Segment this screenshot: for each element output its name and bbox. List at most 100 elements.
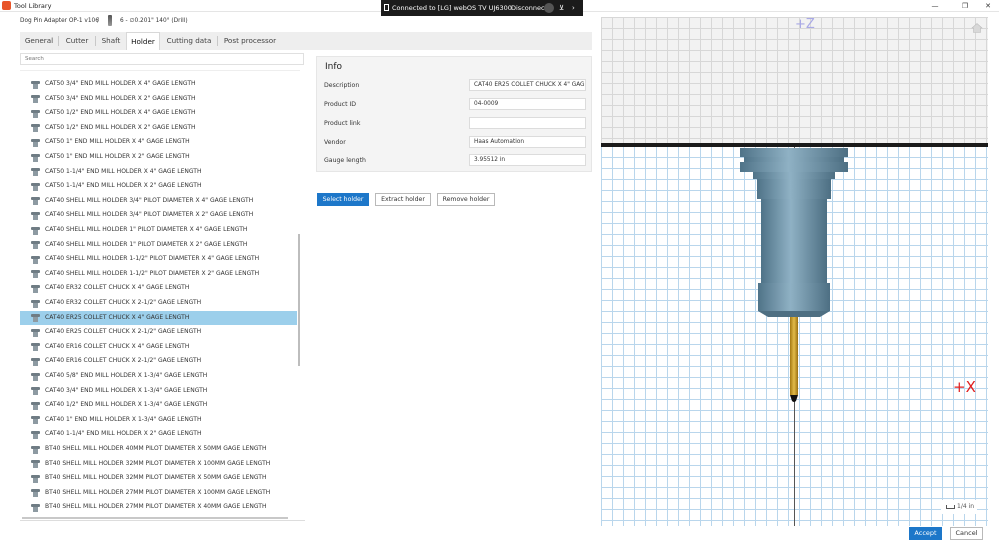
holder-icon — [31, 299, 40, 308]
tab-post-processor[interactable]: Post processor — [218, 32, 282, 50]
list-item[interactable]: CAT40 ER16 COLLET CHUCK X 2-1/2" GAGE LE… — [20, 354, 297, 369]
holder-icon — [31, 95, 40, 104]
list-item-label: CAT40 ER32 COLLET CHUCK X 2-1/2" GAGE LE… — [45, 299, 202, 306]
info-title: Info — [325, 62, 343, 72]
list-item[interactable]: CAT50 1-1/4" END MILL HOLDER X 4" GAGE L… — [20, 165, 297, 180]
list-item[interactable]: CAT40 ER32 COLLET CHUCK X 4" GAGE LENGTH — [20, 281, 297, 296]
tab-bar: General Cutter Shaft Holder Cutting data… — [20, 32, 592, 50]
list-item[interactable]: CAT40 SHELL MILL HOLDER 1-1/2" PILOT DIA… — [20, 267, 297, 282]
list-item[interactable]: CAT40 ER16 COLLET CHUCK X 4" GAGE LENGTH — [20, 340, 297, 355]
list-item[interactable]: CAT50 1" END MILL HOLDER X 4" GAGE LENGT… — [20, 135, 297, 150]
list-item[interactable]: CAT40 SHELL MILL HOLDER 3/4" PILOT DIAME… — [20, 194, 297, 209]
product-id-field[interactable]: 04-0009 — [469, 98, 586, 110]
product-link-label: Product link — [324, 120, 361, 127]
list-item-label: CAT40 SHELL MILL HOLDER 1-1/2" PILOT DIA… — [45, 269, 260, 277]
list-item-label: CAT50 1/2" END MILL HOLDER X 2" GAGE LEN… — [45, 123, 196, 131]
home-icon[interactable] — [971, 22, 983, 34]
holder-icon — [31, 314, 40, 323]
list-item[interactable]: CAT40 1" END MILL HOLDER X 1-3/4" GAGE L… — [20, 413, 297, 428]
list-item[interactable]: CAT40 ER25 COLLET CHUCK X 4" GAGE LENGTH — [20, 310, 297, 326]
x-axis-label: +X — [953, 378, 976, 396]
drill-bit — [790, 317, 798, 402]
window-title: Tool Library — [14, 2, 52, 10]
list-item-label: CAT40 1-1/4" END MILL HOLDER X 2" GAGE L… — [45, 430, 202, 438]
minimize-button[interactable]: — — [926, 0, 944, 12]
holder-icon — [31, 226, 40, 235]
gauge-length-label: Gauge length — [324, 157, 366, 164]
list-item[interactable]: CAT50 1" END MILL HOLDER X 2" GAGE LENGT… — [20, 150, 297, 165]
gauge-length-field[interactable]: 3.95512 in — [469, 154, 586, 166]
list-item[interactable]: CAT50 1/2" END MILL HOLDER X 4" GAGE LEN… — [20, 106, 297, 121]
settings-icon[interactable] — [544, 3, 554, 13]
vendor-field[interactable]: Haas Automation — [469, 136, 586, 148]
product-link-field[interactable] — [469, 117, 586, 129]
list-item-label: CAT50 1/2" END MILL HOLDER X 4" GAGE LEN… — [45, 109, 196, 117]
chevron-right-icon[interactable]: › — [572, 0, 575, 16]
z-axis-label: +Z — [795, 17, 815, 32]
list-item[interactable]: CAT40 3/4" END MILL HOLDER X 1-3/4" GAGE… — [20, 384, 297, 399]
list-item[interactable]: BT40 SHELL MILL HOLDER 32MM PILOT DIAMET… — [20, 457, 297, 472]
holder-list: CAT50 3/4" END MILL HOLDER X 4" GAGE LEN… — [20, 70, 300, 516]
holder-icon — [31, 124, 40, 133]
tab-cutting-data[interactable]: Cutting data — [161, 32, 217, 50]
list-item-label: CAT40 ER16 COLLET CHUCK X 2-1/2" GAGE LE… — [45, 357, 202, 365]
list-item-label: CAT40 ER25 COLLET CHUCK X 4" GAGE LENGTH — [45, 313, 190, 321]
list-item[interactable]: CAT40 SHELL MILL HOLDER 1-1/2" PILOT DIA… — [20, 252, 297, 267]
drill-icon — [108, 15, 112, 26]
list-item-label: CAT40 ER32 COLLET CHUCK X 4" GAGE LENGTH — [45, 284, 190, 292]
list-item[interactable]: BT40 SHELL MILL HOLDER 40MM PILOT DIAMET… — [20, 442, 297, 457]
accept-button[interactable]: Accept — [909, 527, 942, 540]
close-window-button[interactable]: ✕ — [979, 0, 997, 12]
list-item[interactable]: CAT50 1-1/4" END MILL HOLDER X 2" GAGE L… — [20, 179, 297, 194]
list-item[interactable]: CAT40 1/2" END MILL HOLDER X 1-3/4" GAGE… — [20, 398, 297, 413]
tab-shaft[interactable]: Shaft — [96, 32, 126, 50]
list-item[interactable]: CAT50 3/4" END MILL HOLDER X 2" GAGE LEN… — [20, 92, 297, 107]
list-item-label: CAT40 1/2" END MILL HOLDER X 1-3/4" GAGE… — [45, 401, 208, 409]
list-divider — [20, 520, 305, 521]
list-item[interactable]: BT40 SHELL MILL HOLDER 27MM PILOT DIAMET… — [20, 486, 297, 501]
tab-general[interactable]: General — [20, 32, 58, 50]
holder-icon — [31, 387, 40, 396]
holder-icon — [31, 109, 40, 118]
description-field[interactable]: CAT40 ER25 COLLET CHUCK X 4" GAG — [469, 79, 586, 91]
description-label: Description — [324, 82, 360, 89]
list-item[interactable]: CAT40 SHELL MILL HOLDER 3/4" PILOT DIAME… — [20, 208, 297, 223]
list-scrollbar[interactable] — [298, 234, 300, 366]
breadcrumb-library[interactable]: Dog Pin Adapter OP-1 v106 — [20, 15, 99, 27]
tool-assembly-graphic — [740, 148, 848, 402]
list-item[interactable]: CAT40 SHELL MILL HOLDER 1" PILOT DIAMETE… — [20, 223, 297, 238]
tool-preview-viewport[interactable]: +Z +X 1/4 in — [601, 17, 988, 526]
restore-button[interactable]: ❐ — [956, 0, 974, 12]
tab-cutter[interactable]: Cutter — [59, 32, 95, 50]
list-item[interactable]: CAT40 ER25 COLLET CHUCK X 2-1/2" GAGE LE… — [20, 325, 297, 340]
search-input[interactable] — [20, 53, 304, 65]
tab-holder[interactable]: Holder — [126, 32, 160, 50]
list-item-label: CAT50 1-1/4" END MILL HOLDER X 2" GAGE L… — [45, 182, 202, 190]
holder-icon — [31, 241, 40, 250]
list-horizontal-scrollbar[interactable] — [22, 517, 288, 519]
list-item-label: CAT40 ER16 COLLET CHUCK X 4" GAGE LENGTH — [45, 342, 190, 350]
extract-holder-button[interactable]: Extract holder — [375, 193, 431, 206]
list-item[interactable]: CAT50 3/4" END MILL HOLDER X 4" GAGE LEN… — [20, 77, 297, 92]
list-item[interactable]: BT40 SHELL MILL HOLDER 27MM PILOT DIAMET… — [20, 500, 297, 515]
list-item[interactable]: CAT40 5/8" END MILL HOLDER X 1-3/4" GAGE… — [20, 369, 297, 384]
list-item-label: BT40 SHELL MILL HOLDER 40MM PILOT DIAMET… — [45, 445, 267, 452]
disconnect-button[interactable]: Disconnect — [511, 0, 547, 16]
list-item[interactable]: BT40 SHELL MILL HOLDER 32MM PILOT DIAMET… — [20, 471, 297, 486]
cancel-button[interactable]: Cancel — [950, 527, 983, 540]
holder-icon — [31, 197, 40, 206]
vendor-label: Vendor — [324, 139, 346, 146]
list-item[interactable]: CAT50 1/2" END MILL HOLDER X 2" GAGE LEN… — [20, 121, 297, 136]
select-holder-button[interactable]: Select holder — [317, 193, 369, 206]
list-item[interactable]: CAT40 ER32 COLLET CHUCK X 2-1/2" GAGE LE… — [20, 296, 297, 311]
holder-icon — [31, 430, 40, 439]
holder-icon — [31, 445, 40, 454]
holder-icon — [31, 357, 40, 366]
breadcrumb-separator: / — [97, 17, 100, 24]
remove-holder-button[interactable]: Remove holder — [437, 193, 495, 206]
pin-icon[interactable]: ⊻ — [559, 0, 564, 16]
list-item-label: BT40 SHELL MILL HOLDER 27MM PILOT DIAMET… — [45, 488, 271, 496]
holder-icon — [31, 153, 40, 162]
list-item[interactable]: CAT40 1-1/4" END MILL HOLDER X 2" GAGE L… — [20, 427, 297, 442]
list-item[interactable]: CAT40 SHELL MILL HOLDER 1" PILOT DIAMETE… — [20, 238, 297, 253]
